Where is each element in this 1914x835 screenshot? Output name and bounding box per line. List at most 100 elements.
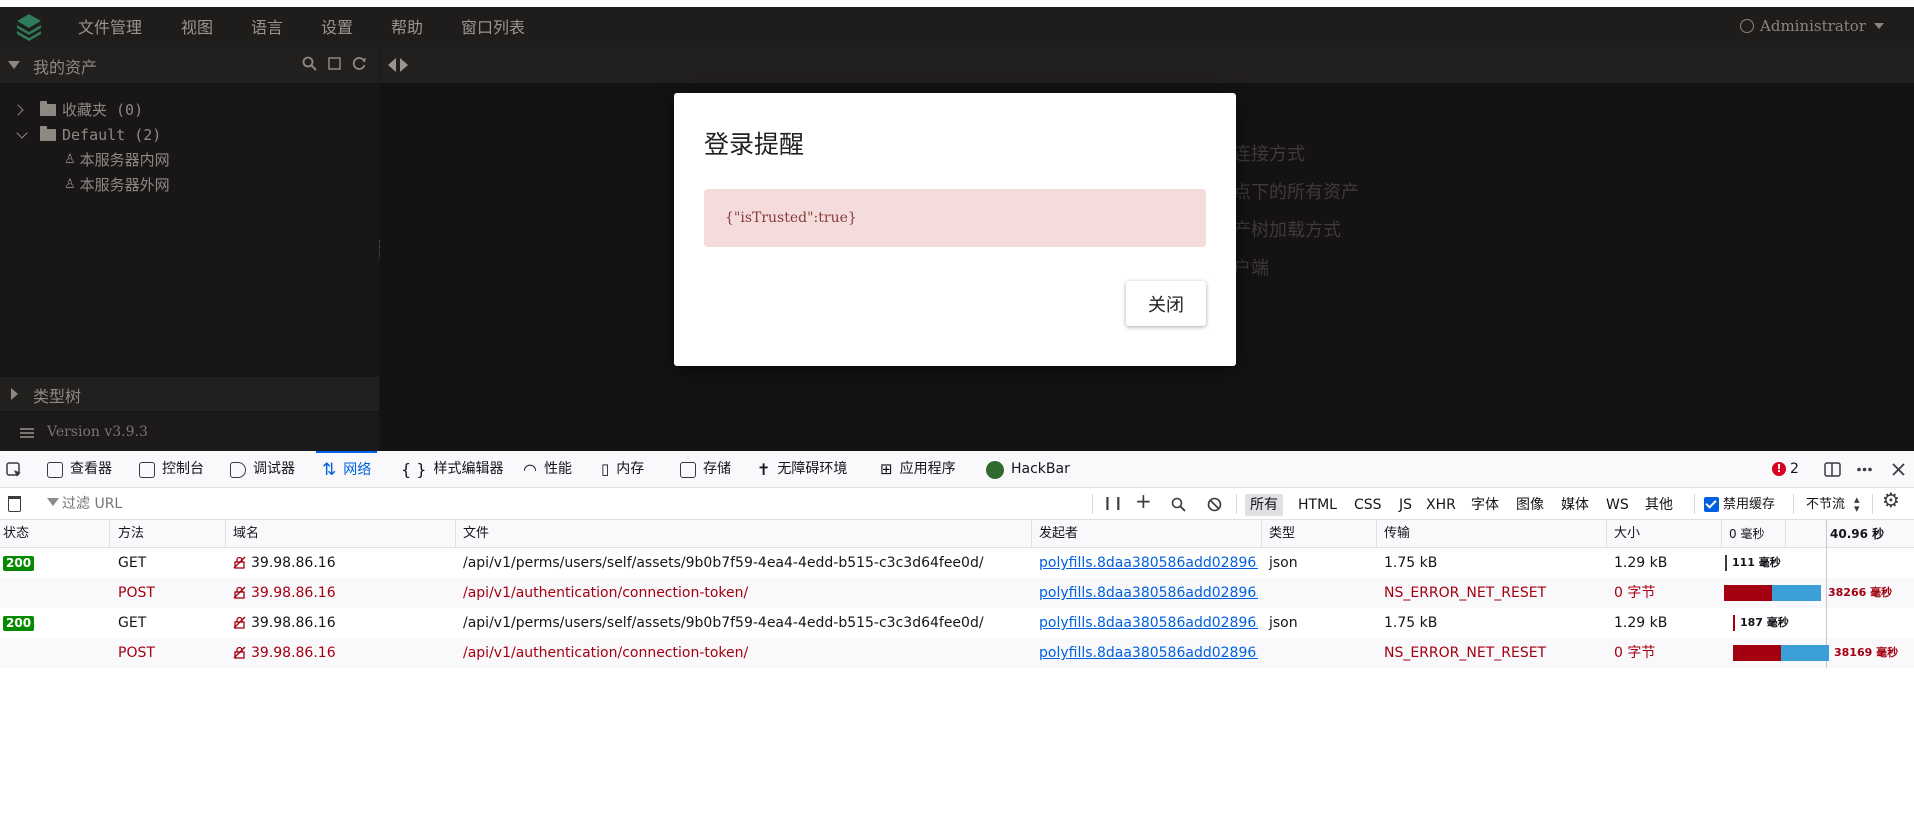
tab-inspector[interactable]: 查看器 bbox=[47, 451, 112, 488]
filter-other[interactable]: 其他 bbox=[1640, 494, 1678, 516]
chevron-down-icon[interactable] bbox=[16, 127, 28, 139]
table-row[interactable]: 200 GET 39.98.86.16 /api/v1/perms/users/… bbox=[0, 608, 1914, 638]
gauge-icon: ◠ bbox=[523, 460, 537, 479]
domain-text: 39.98.86.16 bbox=[251, 615, 336, 631]
tree-node-default[interactable]: Default (2) bbox=[16, 124, 161, 146]
tab-storage[interactable]: 存储 bbox=[680, 451, 731, 488]
cell-size: 0 字节 bbox=[1614, 585, 1656, 601]
square-icon[interactable] bbox=[327, 56, 342, 71]
menu-window-list[interactable]: 窗口列表 bbox=[461, 17, 525, 39]
folder-icon bbox=[40, 101, 56, 116]
filter-js[interactable]: JS bbox=[1394, 494, 1417, 516]
expand-icon[interactable] bbox=[11, 388, 18, 400]
disable-cache-checkbox[interactable] bbox=[1704, 497, 1719, 512]
close-button[interactable]: 关闭 bbox=[1126, 281, 1206, 326]
logo-icon bbox=[17, 14, 41, 41]
dock-icon[interactable] bbox=[1824, 461, 1841, 478]
status-badge: 200 bbox=[3, 616, 35, 631]
throttle-select[interactable]: 不节流 bbox=[1801, 494, 1850, 516]
filter-xhr[interactable]: XHR bbox=[1421, 494, 1461, 516]
filter-ws[interactable]: WS bbox=[1601, 494, 1634, 516]
column-type[interactable]: 类型 bbox=[1266, 520, 1377, 548]
column-file[interactable]: 文件 bbox=[460, 520, 1032, 548]
tree-leaf-intranet[interactable]: ♙ 本服务器内网 bbox=[64, 149, 170, 171]
error-count-badge[interactable]: ! 2 bbox=[1772, 461, 1799, 477]
type-tree-header[interactable]: 类型树 bbox=[0, 377, 379, 411]
waterfall-timing: 38266 毫秒 bbox=[1828, 586, 1893, 599]
filter-fonts[interactable]: 字体 bbox=[1466, 494, 1504, 516]
waterfall-marker bbox=[1826, 548, 1827, 578]
cell-initiator[interactable]: polyfills.8daa380586add02896... bbox=[1036, 578, 1258, 608]
search-icon[interactable] bbox=[302, 56, 317, 71]
cell-initiator[interactable]: polyfills.8daa380586add02896... bbox=[1036, 548, 1258, 578]
main-tab-bar bbox=[380, 47, 1914, 83]
tab-style-editor[interactable]: { } 样式编辑器 bbox=[401, 451, 503, 488]
refresh-icon[interactable] bbox=[352, 56, 367, 71]
table-row[interactable]: POST 39.98.86.16 /api/v1/authentication/… bbox=[0, 638, 1914, 668]
menu-help[interactable]: 帮助 bbox=[391, 17, 423, 39]
cell-method: POST bbox=[118, 645, 155, 661]
tree-leaf-extranet[interactable]: ♙ 本服务器外网 bbox=[64, 174, 170, 196]
tab-label: HackBar bbox=[1011, 461, 1070, 477]
cell-size: 0 字节 bbox=[1614, 645, 1656, 661]
filter-url-input[interactable] bbox=[44, 494, 1084, 514]
cell-type bbox=[1266, 578, 1377, 608]
tab-performance[interactable]: ◠ 性能 bbox=[523, 451, 572, 488]
tab-network[interactable]: ⇅ 网络 bbox=[316, 451, 378, 488]
column-domain[interactable]: 域名 bbox=[230, 520, 456, 548]
domain-text: 39.98.86.16 bbox=[251, 555, 336, 571]
block-icon[interactable] bbox=[1207, 497, 1222, 512]
column-size[interactable]: 大小 bbox=[1611, 520, 1722, 548]
user-menu[interactable]: Administrator bbox=[1740, 17, 1884, 35]
gear-icon[interactable]: ⚙ bbox=[1882, 490, 1900, 510]
column-status[interactable]: 状态 bbox=[0, 520, 110, 548]
memory-icon: ▯ bbox=[601, 460, 610, 478]
pause-icon[interactable]: ❙❙ bbox=[1102, 496, 1124, 512]
menu-language[interactable]: 语言 bbox=[251, 17, 283, 39]
tab-debugger[interactable]: 调试器 bbox=[230, 451, 295, 488]
collapse-icon[interactable] bbox=[8, 61, 20, 69]
cell-type: json bbox=[1269, 615, 1298, 631]
filter-media[interactable]: 媒体 bbox=[1556, 494, 1594, 516]
column-method[interactable]: 方法 bbox=[115, 520, 226, 548]
column-initiator[interactable]: 发起者 bbox=[1036, 520, 1262, 548]
cell-initiator[interactable]: polyfills.8daa380586add02896... bbox=[1036, 638, 1258, 668]
menu-file-manage[interactable]: 文件管理 bbox=[78, 17, 142, 39]
cell-status: 200 bbox=[0, 548, 110, 578]
tab-hackbar[interactable]: HackBar bbox=[986, 451, 1070, 488]
tab-memory[interactable]: ▯ 内存 bbox=[601, 451, 644, 488]
arrow-right-icon[interactable] bbox=[400, 58, 408, 72]
tab-label: 网络 bbox=[343, 462, 372, 478]
waterfall-wait-bar bbox=[1724, 585, 1772, 601]
chevron-right-icon[interactable] bbox=[12, 104, 24, 116]
more-options-icon[interactable] bbox=[1856, 461, 1873, 478]
menu-view[interactable]: 视图 bbox=[181, 17, 213, 39]
table-row[interactable]: 200 GET 39.98.86.16 /api/v1/perms/users/… bbox=[0, 548, 1914, 578]
search-icon[interactable] bbox=[1171, 497, 1186, 512]
close-icon[interactable] bbox=[1890, 461, 1907, 478]
column-transfer[interactable]: 传输 bbox=[1381, 520, 1607, 548]
waterfall-wait-bar bbox=[1733, 645, 1781, 661]
menu-lines-icon[interactable] bbox=[20, 428, 34, 438]
trash-icon[interactable] bbox=[8, 496, 21, 512]
sidebar-header[interactable]: 我的资产 bbox=[0, 47, 379, 83]
tab-label: 存储 bbox=[703, 461, 731, 477]
background-text: 点下的所有资产 bbox=[1233, 182, 1359, 203]
tab-label: 性能 bbox=[543, 461, 572, 477]
insecure-lock-icon bbox=[233, 586, 246, 599]
menu-settings[interactable]: 设置 bbox=[321, 17, 353, 39]
tab-application[interactable]: ⊞ 应用程序 bbox=[880, 451, 956, 488]
cell-initiator[interactable]: polyfills.8daa380586add02896... bbox=[1036, 608, 1258, 638]
filter-images[interactable]: 图像 bbox=[1511, 494, 1549, 516]
tree-node-favorites[interactable]: 收藏夹 (0) bbox=[12, 99, 143, 121]
tab-console[interactable]: 控制台 bbox=[139, 451, 204, 488]
table-row[interactable]: POST 39.98.86.16 /api/v1/authentication/… bbox=[0, 578, 1914, 608]
arrow-left-icon[interactable] bbox=[388, 58, 396, 72]
element-picker-icon[interactable] bbox=[6, 462, 23, 479]
background-text: 连接方式 bbox=[1233, 144, 1305, 165]
filter-html[interactable]: HTML bbox=[1293, 494, 1342, 516]
filter-all[interactable]: 所有 bbox=[1245, 494, 1283, 516]
filter-css[interactable]: CSS bbox=[1349, 494, 1387, 516]
tab-accessibility[interactable]: ✝ 无障碍环境 bbox=[757, 451, 847, 488]
plus-icon[interactable]: + bbox=[1135, 491, 1152, 511]
